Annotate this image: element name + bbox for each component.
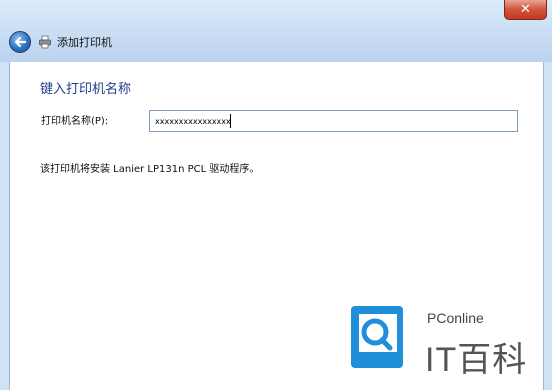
- add-printer-window: ✕ 添加打印机 键入打印机名称 打印机名称(P): 该打印机将安装 Lanier…: [0, 0, 552, 390]
- printer-icon: [39, 35, 51, 49]
- watermark-brand: PConline: [427, 310, 484, 326]
- driver-info-text: 该打印机将安装 Lanier LP131n PCL 驱动程序。: [40, 164, 260, 175]
- printer-name-input[interactable]: [149, 110, 518, 132]
- close-icon: ✕: [520, 2, 531, 17]
- watermark: PConline IT百科: [347, 304, 552, 390]
- watermark-name: IT百科: [425, 341, 528, 379]
- wizard-title: 添加打印机: [57, 36, 112, 49]
- pconline-logo-icon: [351, 306, 403, 368]
- close-button[interactable]: ✕: [504, 0, 547, 20]
- printer-name-label: 打印机名称(P):: [41, 116, 109, 127]
- title-bar: ✕ 添加打印机: [0, 0, 552, 62]
- back-button[interactable]: [9, 31, 31, 53]
- page-heading: 键入打印机名称: [40, 82, 132, 97]
- back-arrow-icon: [14, 36, 27, 48]
- text-caret: [230, 114, 231, 128]
